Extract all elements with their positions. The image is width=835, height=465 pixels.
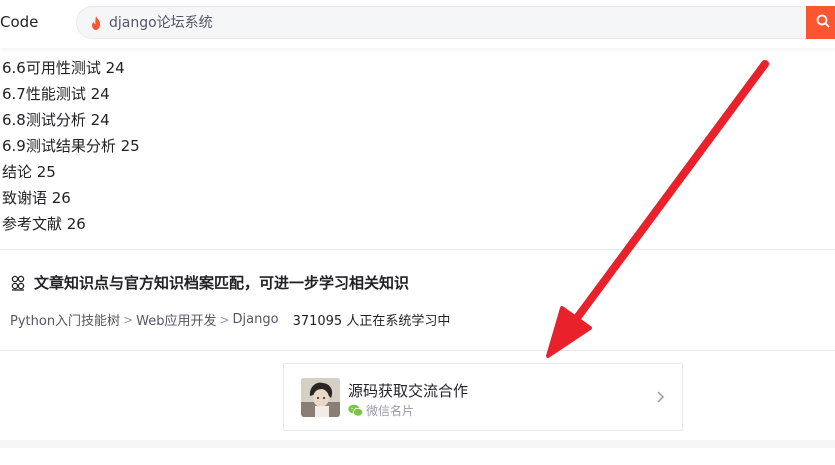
divider <box>0 350 835 351</box>
toc-item[interactable]: 6.6可用性测试 24 <box>2 55 140 81</box>
learner-count: 371095 人正在系统学习中 <box>292 314 451 329</box>
table-of-contents: 6.6可用性测试 24 6.7性能测试 24 6.8测试分析 24 6.9测试结… <box>2 55 140 237</box>
search-box[interactable] <box>76 6 835 39</box>
toc-item[interactable]: 参考文献 26 <box>2 211 140 237</box>
wechat-icon <box>348 404 363 417</box>
brand-logo[interactable]: Code <box>0 13 38 31</box>
chevron-right-icon: > <box>123 312 134 327</box>
knowledge-crumb[interactable]: Django <box>233 312 279 327</box>
divider <box>0 249 835 250</box>
section-separator <box>0 440 835 448</box>
top-bar: Code <box>0 0 835 48</box>
toc-item[interactable]: 致谢语 26 <box>2 185 140 211</box>
knowledge-heading: 文章知识点与官方知识档案匹配，可进一步学习相关知识 <box>10 272 409 293</box>
knowledge-path: Python入门技能树 > Web应用开发 > Django 371095 人正… <box>10 310 450 329</box>
knowledge-title: 文章知识点与官方知识档案匹配，可进一步学习相关知识 <box>34 274 410 292</box>
knowledge-icon <box>11 275 25 291</box>
toc-item[interactable]: 6.7性能测试 24 <box>2 81 140 107</box>
toc-item[interactable]: 6.8测试分析 24 <box>2 107 140 133</box>
card-title: 源码获取交流合作 <box>348 382 469 400</box>
search-input[interactable] <box>109 11 789 35</box>
search-button[interactable] <box>806 6 835 39</box>
avatar <box>301 378 340 417</box>
knowledge-crumb[interactable]: Web应用开发 <box>136 310 216 329</box>
flame-icon <box>92 16 100 30</box>
contact-card[interactable]: 源码获取交流合作 微信名片 <box>283 363 683 431</box>
card-subtitle-text: 微信名片 <box>366 404 415 418</box>
chevron-right-icon: > <box>219 312 230 327</box>
toc-item[interactable]: 6.9测试结果分析 25 <box>2 133 140 159</box>
card-subtitle: 微信名片 <box>348 402 414 419</box>
chevron-right-icon <box>657 391 665 403</box>
toc-item[interactable]: 结论 25 <box>2 159 140 185</box>
knowledge-crumb[interactable]: Python入门技能树 <box>10 310 120 329</box>
search-icon <box>816 14 830 28</box>
